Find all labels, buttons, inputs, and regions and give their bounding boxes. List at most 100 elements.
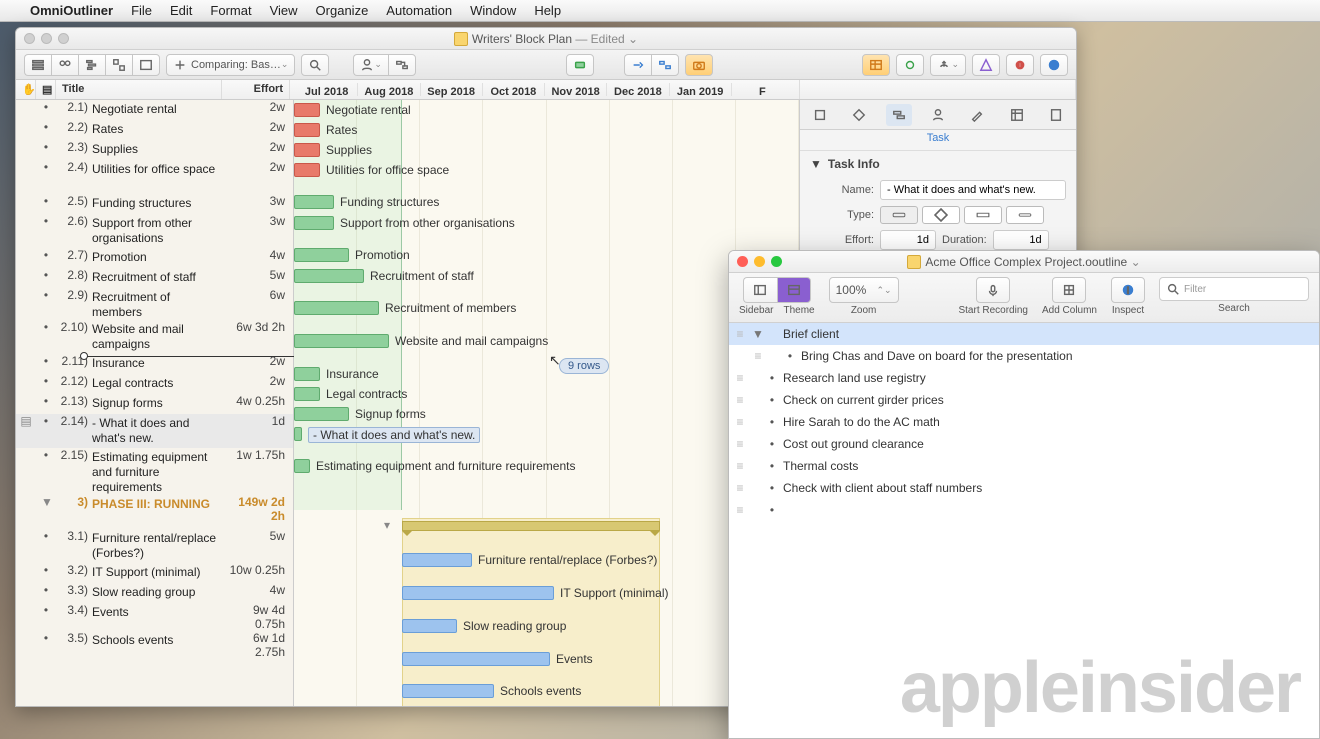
note-indicator[interactable]: ▤ — [16, 414, 36, 428]
catch-up-button[interactable] — [566, 54, 594, 76]
outline-row[interactable]: ≡•Check on current girder prices — [729, 389, 1319, 411]
row-title[interactable]: - What it does and what's new. — [92, 414, 225, 446]
outline-row[interactable]: ≡• — [729, 499, 1319, 521]
gantt-timeline-header[interactable]: Jul 2018 Aug 2018 Sep 2018 Oct 2018 Nov … — [290, 80, 800, 99]
task-row[interactable]: •2.6)Support from other organisations3w — [16, 214, 293, 248]
row-title[interactable]: Utilities for office space — [92, 160, 225, 177]
inspector-toggle-button[interactable]: i — [1040, 54, 1068, 76]
row-title[interactable]: Negotiate rental — [92, 100, 225, 117]
row-handle-icon[interactable]: ≡ — [729, 459, 751, 473]
filter-button[interactable] — [301, 54, 329, 76]
row-title[interactable]: Rates — [92, 120, 225, 137]
effort-column-header[interactable]: Effort — [222, 80, 290, 99]
row-effort[interactable]: 6w 3d 2h — [225, 320, 293, 334]
title-dropdown-icon[interactable]: ⌄ — [1127, 255, 1140, 269]
task-row[interactable]: •2.9)Recruitment of members6w — [16, 288, 293, 320]
task-row[interactable]: •3.5)Schools events6w 1d 2.75h — [16, 631, 293, 659]
row-effort[interactable]: 1d — [225, 414, 293, 428]
row-effort[interactable]: 1w 1.75h — [225, 448, 293, 462]
row-effort[interactable]: 10w 0.25h — [225, 563, 293, 577]
zoom-button[interactable] — [771, 256, 782, 267]
outline-panel[interactable]: •2.1)Negotiate rental2w•2.2)Rates2w•2.3)… — [16, 100, 294, 706]
outline-row[interactable]: ≡•Cost out ground clearance — [729, 433, 1319, 455]
gantt-bar[interactable] — [294, 407, 349, 421]
inspector-duration-field[interactable] — [993, 230, 1049, 250]
row-handle-icon[interactable]: ≡ — [729, 415, 751, 429]
snapshot-button[interactable] — [685, 54, 713, 76]
task-row[interactable]: •2.1)Negotiate rental2w — [16, 100, 293, 120]
zoom-dropdown[interactable]: 100%⌃⌄ — [829, 277, 899, 303]
row-effort[interactable]: 2w — [225, 100, 293, 114]
row-title[interactable]: Recruitment of members — [92, 288, 225, 320]
outline-row[interactable]: ≡•Bring Chas and Dave on board for the p… — [729, 345, 1319, 367]
type-hammock-icon[interactable] — [964, 206, 1002, 224]
outline-row[interactable]: ≡•Research land use registry — [729, 367, 1319, 389]
app-name[interactable]: OmniOutliner — [30, 3, 113, 18]
row-title[interactable]: Furniture rental/replace (Forbes?) — [92, 529, 225, 561]
row-handle-icon[interactable]: ≡ — [729, 503, 751, 517]
sidebar-theme-segmented[interactable] — [743, 277, 811, 303]
outline-row[interactable]: ≡▼Brief client — [729, 323, 1319, 345]
publish-button[interactable]: ⌄ — [930, 54, 966, 76]
baseline-compare-dropdown[interactable]: Comparing: Bas…⌄ — [166, 54, 295, 76]
gantt-bar[interactable] — [294, 248, 349, 262]
sync-button[interactable] — [896, 54, 924, 76]
task-row[interactable]: •2.11)Insurance2w — [16, 354, 293, 374]
row-effort[interactable]: 2w — [225, 120, 293, 134]
row-title[interactable]: Legal contracts — [92, 374, 225, 391]
row-effort[interactable]: 2w — [225, 374, 293, 388]
row-text[interactable]: Check with client about staff numbers — [779, 478, 1319, 498]
inspector-tab-attachments[interactable] — [1043, 104, 1069, 126]
row-effort[interactable]: 4w 0.25h — [225, 394, 293, 408]
inspect-button[interactable]: i — [1111, 277, 1145, 303]
gantt-bar[interactable] — [294, 143, 320, 157]
inspector-section-header[interactable]: ▼ Task Info — [800, 151, 1076, 177]
inspector-tab-resource[interactable] — [925, 104, 951, 126]
row-text[interactable]: Hire Sarah to do the AC math — [779, 412, 1319, 432]
inspector-tabs[interactable] — [800, 100, 1076, 130]
phase-3-summary-bar[interactable] — [402, 521, 660, 531]
assignment-cluster[interactable]: ⌄ — [353, 54, 416, 76]
inspector-tab-project[interactable] — [807, 104, 833, 126]
disclosure-triangle-icon[interactable]: ▼ — [810, 157, 822, 171]
theme-button[interactable] — [777, 277, 811, 303]
link-tasks-button[interactable] — [388, 54, 416, 76]
menu-view[interactable]: View — [270, 3, 298, 18]
minimize-button[interactable] — [754, 256, 765, 267]
task-row[interactable]: •2.13)Signup forms4w 0.25h — [16, 394, 293, 414]
row-effort[interactable]: 5w — [225, 529, 293, 543]
traffic-lights[interactable] — [737, 256, 782, 267]
row-text[interactable]: Brief client — [779, 324, 1319, 344]
gantt-bar[interactable] — [294, 427, 302, 441]
row-effort[interactable]: 6w — [225, 288, 293, 302]
view-network-button[interactable] — [105, 54, 132, 76]
gantt-bar[interactable] — [294, 301, 379, 315]
row-effort[interactable]: 4w — [225, 583, 293, 597]
change-tracking-button[interactable] — [972, 54, 1000, 76]
gantt-bar[interactable] — [294, 123, 320, 137]
row-title[interactable]: Recruitment of staff — [92, 268, 225, 285]
row-text[interactable]: Research land use registry — [779, 368, 1319, 388]
row-text[interactable]: Check on current girder prices — [779, 390, 1319, 410]
disclosure-icon[interactable]: ▼ — [751, 327, 765, 341]
inspector-tab-styles[interactable] — [964, 104, 990, 126]
gantt-bar[interactable] — [294, 334, 389, 348]
row-effort[interactable]: 4w — [225, 248, 293, 262]
type-group-icon[interactable] — [1006, 206, 1044, 224]
gantt-bar[interactable] — [294, 459, 310, 473]
phase-disclose-icon[interactable]: ▾ — [384, 518, 390, 532]
inspector-tab-milestones[interactable] — [846, 104, 872, 126]
view-resource-button[interactable] — [51, 54, 78, 76]
traffic-lights[interactable] — [24, 33, 69, 44]
row-effort[interactable]: 3w — [225, 214, 293, 228]
gantt-bar[interactable] — [402, 553, 472, 567]
close-button[interactable] — [737, 256, 748, 267]
edited-indicator[interactable]: — Edited ⌄ — [575, 32, 638, 46]
row-title[interactable]: Schools events — [92, 631, 225, 648]
menu-organize[interactable]: Organize — [316, 3, 369, 18]
task-row[interactable]: •2.4)Utilities for office space2w — [16, 160, 293, 194]
task-row[interactable]: •2.3)Supplies2w — [16, 140, 293, 160]
gantt-bar[interactable] — [294, 269, 364, 283]
reschedule-button[interactable] — [624, 54, 651, 76]
menu-window[interactable]: Window — [470, 3, 516, 18]
